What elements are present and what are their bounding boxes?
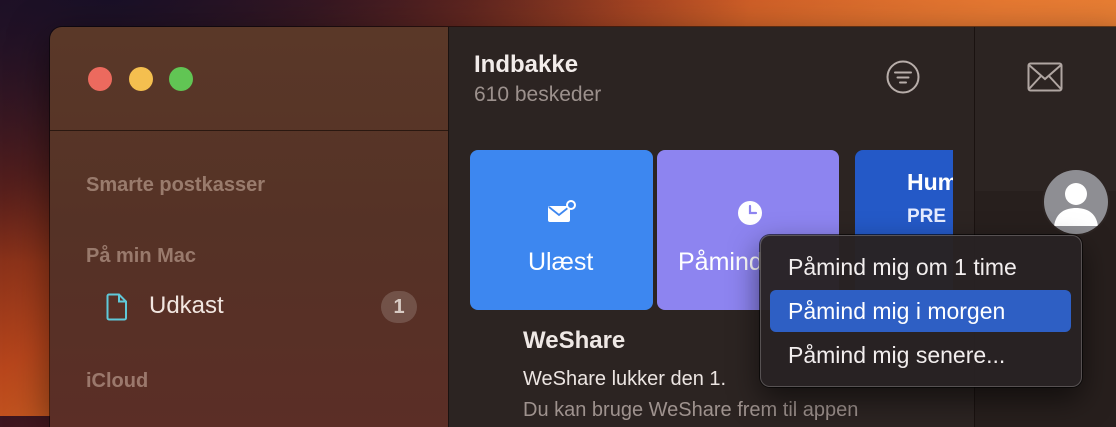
clock-icon: [738, 201, 762, 225]
sidebar-item-drafts[interactable]: Udkast 1: [106, 291, 426, 327]
section-smart-mailboxes[interactable]: Smarte postkasser: [86, 174, 265, 197]
tile-title: Hum: [907, 169, 953, 195]
detail-toolbar: [975, 27, 1116, 191]
message-sender: WeShare: [523, 327, 626, 354]
tile-label: Påmind: [678, 248, 763, 276]
envelope-icon[interactable]: [1027, 62, 1063, 92]
menu-item-remind-later[interactable]: Påmind mig senere...: [770, 334, 1071, 376]
sidebar: Smarte postkasser På min Mac Udkast 1 iC…: [50, 27, 448, 427]
menu-item-remind-1-hour[interactable]: Påmind mig om 1 time: [770, 246, 1071, 288]
message-subject: WeShare lukker den 1.: [523, 368, 727, 390]
document-icon: [106, 293, 127, 321]
message-count: 610 beskeder: [474, 83, 602, 106]
menu-item-remind-tomorrow[interactable]: Påmind mig i morgen: [770, 290, 1071, 332]
person-silhouette: [1054, 183, 1098, 226]
filter-icon[interactable]: [885, 59, 921, 95]
remind-me-menu: Påmind mig om 1 time Påmind mig i morgen…: [760, 235, 1082, 387]
sidebar-divider: [50, 130, 448, 131]
section-icloud[interactable]: iCloud: [86, 370, 148, 393]
close-window-button[interactable]: [88, 67, 112, 91]
unread-filter-tile[interactable]: Ulæst: [470, 150, 653, 310]
tile-label: Ulæst: [528, 248, 594, 276]
minimize-window-button[interactable]: [129, 67, 153, 91]
person-avatar-icon[interactable]: [1044, 170, 1108, 234]
tile-subtitle: PRE: [907, 206, 947, 227]
section-on-my-mac[interactable]: På min Mac: [86, 245, 196, 268]
envelope-badge-icon: [548, 200, 576, 222]
zoom-window-button[interactable]: [169, 67, 193, 91]
unread-count-badge: 1: [381, 291, 417, 323]
message-preview: Du kan bruge WeShare frem til appen: [523, 399, 859, 421]
sidebar-item-label: Udkast: [149, 292, 224, 319]
mailbox-title: Indbakke: [474, 51, 579, 78]
